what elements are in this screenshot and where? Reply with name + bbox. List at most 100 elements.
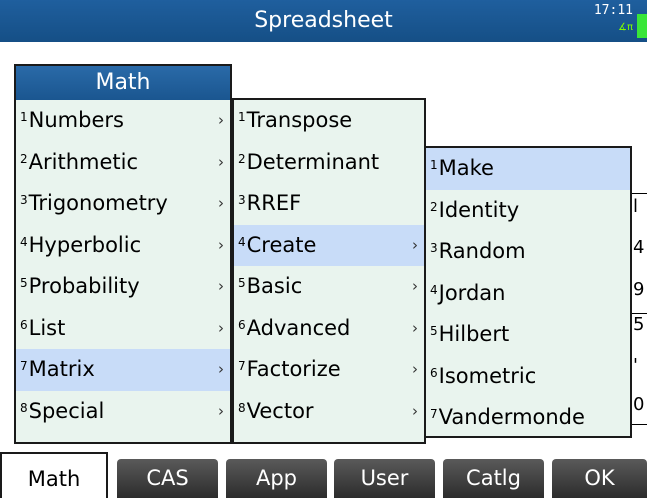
item-number: 7 xyxy=(20,359,28,373)
item-number: 4 xyxy=(20,234,28,249)
menu-item-advanced[interactable]: 6Advanced › xyxy=(234,308,424,350)
title-bar: Spreadsheet 17:11 ∡π xyxy=(0,0,647,42)
menu-item-factorize[interactable]: 7Factorize › xyxy=(234,349,424,391)
chevron-right-icon: › xyxy=(218,194,224,212)
softkey-math[interactable]: Math xyxy=(0,452,108,498)
menu-item-trigonometry[interactable]: 3Trigonometry › xyxy=(16,183,230,225)
menu-item-special[interactable]: 8Special › xyxy=(16,391,230,433)
create-submenu: 1Make 2Identity 3Random 4Jordan 5Hilbert… xyxy=(424,146,632,438)
softkey-app[interactable]: App xyxy=(226,459,327,498)
menu-item-transpose[interactable]: 1Transpose xyxy=(234,100,424,142)
menu-item-identity[interactable]: 2Identity xyxy=(426,190,630,232)
menu-item-basic[interactable]: 5Basic › xyxy=(234,266,424,308)
item-number: 6 xyxy=(20,317,28,332)
sheet-cell-text: 0 xyxy=(633,394,645,415)
item-label: RREF xyxy=(246,191,302,215)
menu-item-jordan[interactable]: 4Jordan xyxy=(426,273,630,315)
item-number: 8 xyxy=(20,400,28,415)
menu-item-list[interactable]: 6List › xyxy=(16,308,230,350)
item-label: Probability xyxy=(28,274,140,298)
menu-item-numbers[interactable]: 1Numbers › xyxy=(16,100,230,142)
item-number: 4 xyxy=(238,234,246,249)
item-number: 7 xyxy=(430,407,438,421)
item-label: Numbers xyxy=(28,108,124,132)
item-label: Make xyxy=(438,156,494,180)
menu-item-matrix[interactable]: 7Matrix › xyxy=(16,349,230,391)
sheet-cell-text: 5 xyxy=(633,314,645,335)
item-number: 5 xyxy=(430,324,438,338)
item-label: Isometric xyxy=(438,363,537,388)
chevron-right-icon: › xyxy=(218,152,224,171)
menu-item-create[interactable]: 4Create › xyxy=(234,224,424,266)
chevron-right-icon: › xyxy=(218,235,224,254)
item-label: Transpose xyxy=(246,108,353,132)
menu-item-hyperbolic[interactable]: 4Hyperbolic › xyxy=(16,225,230,267)
softkey-ok[interactable]: OK xyxy=(552,459,647,498)
sheet-cell-text: l xyxy=(633,196,639,217)
clock: 17:11 xyxy=(593,3,633,18)
sheet-cell-text: 4 xyxy=(633,237,645,258)
chevron-right-icon: › xyxy=(412,318,418,337)
softkey-catlg[interactable]: Catlg xyxy=(443,459,544,498)
cell-border xyxy=(630,424,647,425)
item-number: 1 xyxy=(430,158,438,172)
item-number: 2 xyxy=(238,151,246,166)
menu-item-determinant[interactable]: 2Determinant xyxy=(234,142,424,184)
item-label: Vector xyxy=(246,398,314,423)
chevron-right-icon: › xyxy=(218,111,224,129)
menu-item-random[interactable]: 3Random xyxy=(426,231,630,273)
item-label: Identity xyxy=(438,197,520,222)
menu-item-vector[interactable]: 8Vector › xyxy=(234,391,424,433)
chevron-right-icon: › xyxy=(218,360,224,378)
item-number: 7 xyxy=(238,359,246,373)
item-label: Matrix xyxy=(28,357,95,381)
softkey-bar: Math CAS App User Catlg OK xyxy=(0,452,647,498)
menu-item-isometric[interactable]: 6Isometric xyxy=(426,356,630,398)
item-number: 5 xyxy=(20,276,28,290)
item-number: 3 xyxy=(238,193,246,207)
math-menu: Math 1Numbers › 2Arithmetic › 3Trigonometr… xyxy=(14,64,232,444)
sheet-cell-text: 9 xyxy=(633,279,645,300)
menu-item-arithmetic[interactable]: 2Arithmetic › xyxy=(16,142,230,184)
item-label: Factorize xyxy=(246,357,341,381)
angle-mode-indicator: ∡π xyxy=(618,22,633,33)
item-number: 1 xyxy=(20,110,28,124)
menu-item-rref[interactable]: 3RREF xyxy=(234,183,424,225)
item-number: 2 xyxy=(430,199,438,214)
app-title: Spreadsheet xyxy=(254,8,393,33)
softkey-user[interactable]: User xyxy=(334,459,435,498)
menu-item-make[interactable]: 1Make xyxy=(426,148,630,190)
item-number: 3 xyxy=(20,193,28,207)
chevron-right-icon: › xyxy=(412,360,418,378)
chevron-right-icon: › xyxy=(218,318,224,337)
item-label: Vandermonde xyxy=(438,405,585,429)
menu-item-hilbert[interactable]: 5Hilbert xyxy=(426,314,630,356)
item-label: Create xyxy=(246,232,317,257)
menu-header: Math xyxy=(16,66,230,100)
sheet-cell-text: ' xyxy=(633,355,638,376)
item-number: 5 xyxy=(238,276,246,290)
item-number: 8 xyxy=(238,400,246,415)
item-label: Hilbert xyxy=(438,322,510,346)
chevron-right-icon: › xyxy=(218,401,224,420)
menu-item-probability[interactable]: 5Probability › xyxy=(16,266,230,308)
item-number: 6 xyxy=(238,317,246,332)
battery-icon xyxy=(637,14,647,38)
item-label: Determinant xyxy=(246,149,380,174)
item-number: 3 xyxy=(430,241,438,255)
item-label: Arithmetic xyxy=(28,149,139,174)
softkey-cas[interactable]: CAS xyxy=(117,459,218,498)
item-label: Trigonometry xyxy=(28,191,168,215)
item-number: 1 xyxy=(238,110,246,124)
item-label: List xyxy=(28,315,66,340)
menu-item-vandermonde[interactable]: 7Vandermonde xyxy=(426,397,630,439)
item-label: Special xyxy=(28,398,105,423)
chevron-right-icon: › xyxy=(218,277,224,295)
item-number: 4 xyxy=(430,282,438,297)
chevron-right-icon: › xyxy=(412,401,418,420)
item-number: 6 xyxy=(430,365,438,380)
item-label: Random xyxy=(438,239,526,263)
cell-border xyxy=(630,193,647,194)
chevron-right-icon: › xyxy=(412,235,418,254)
chevron-right-icon: › xyxy=(412,277,418,295)
